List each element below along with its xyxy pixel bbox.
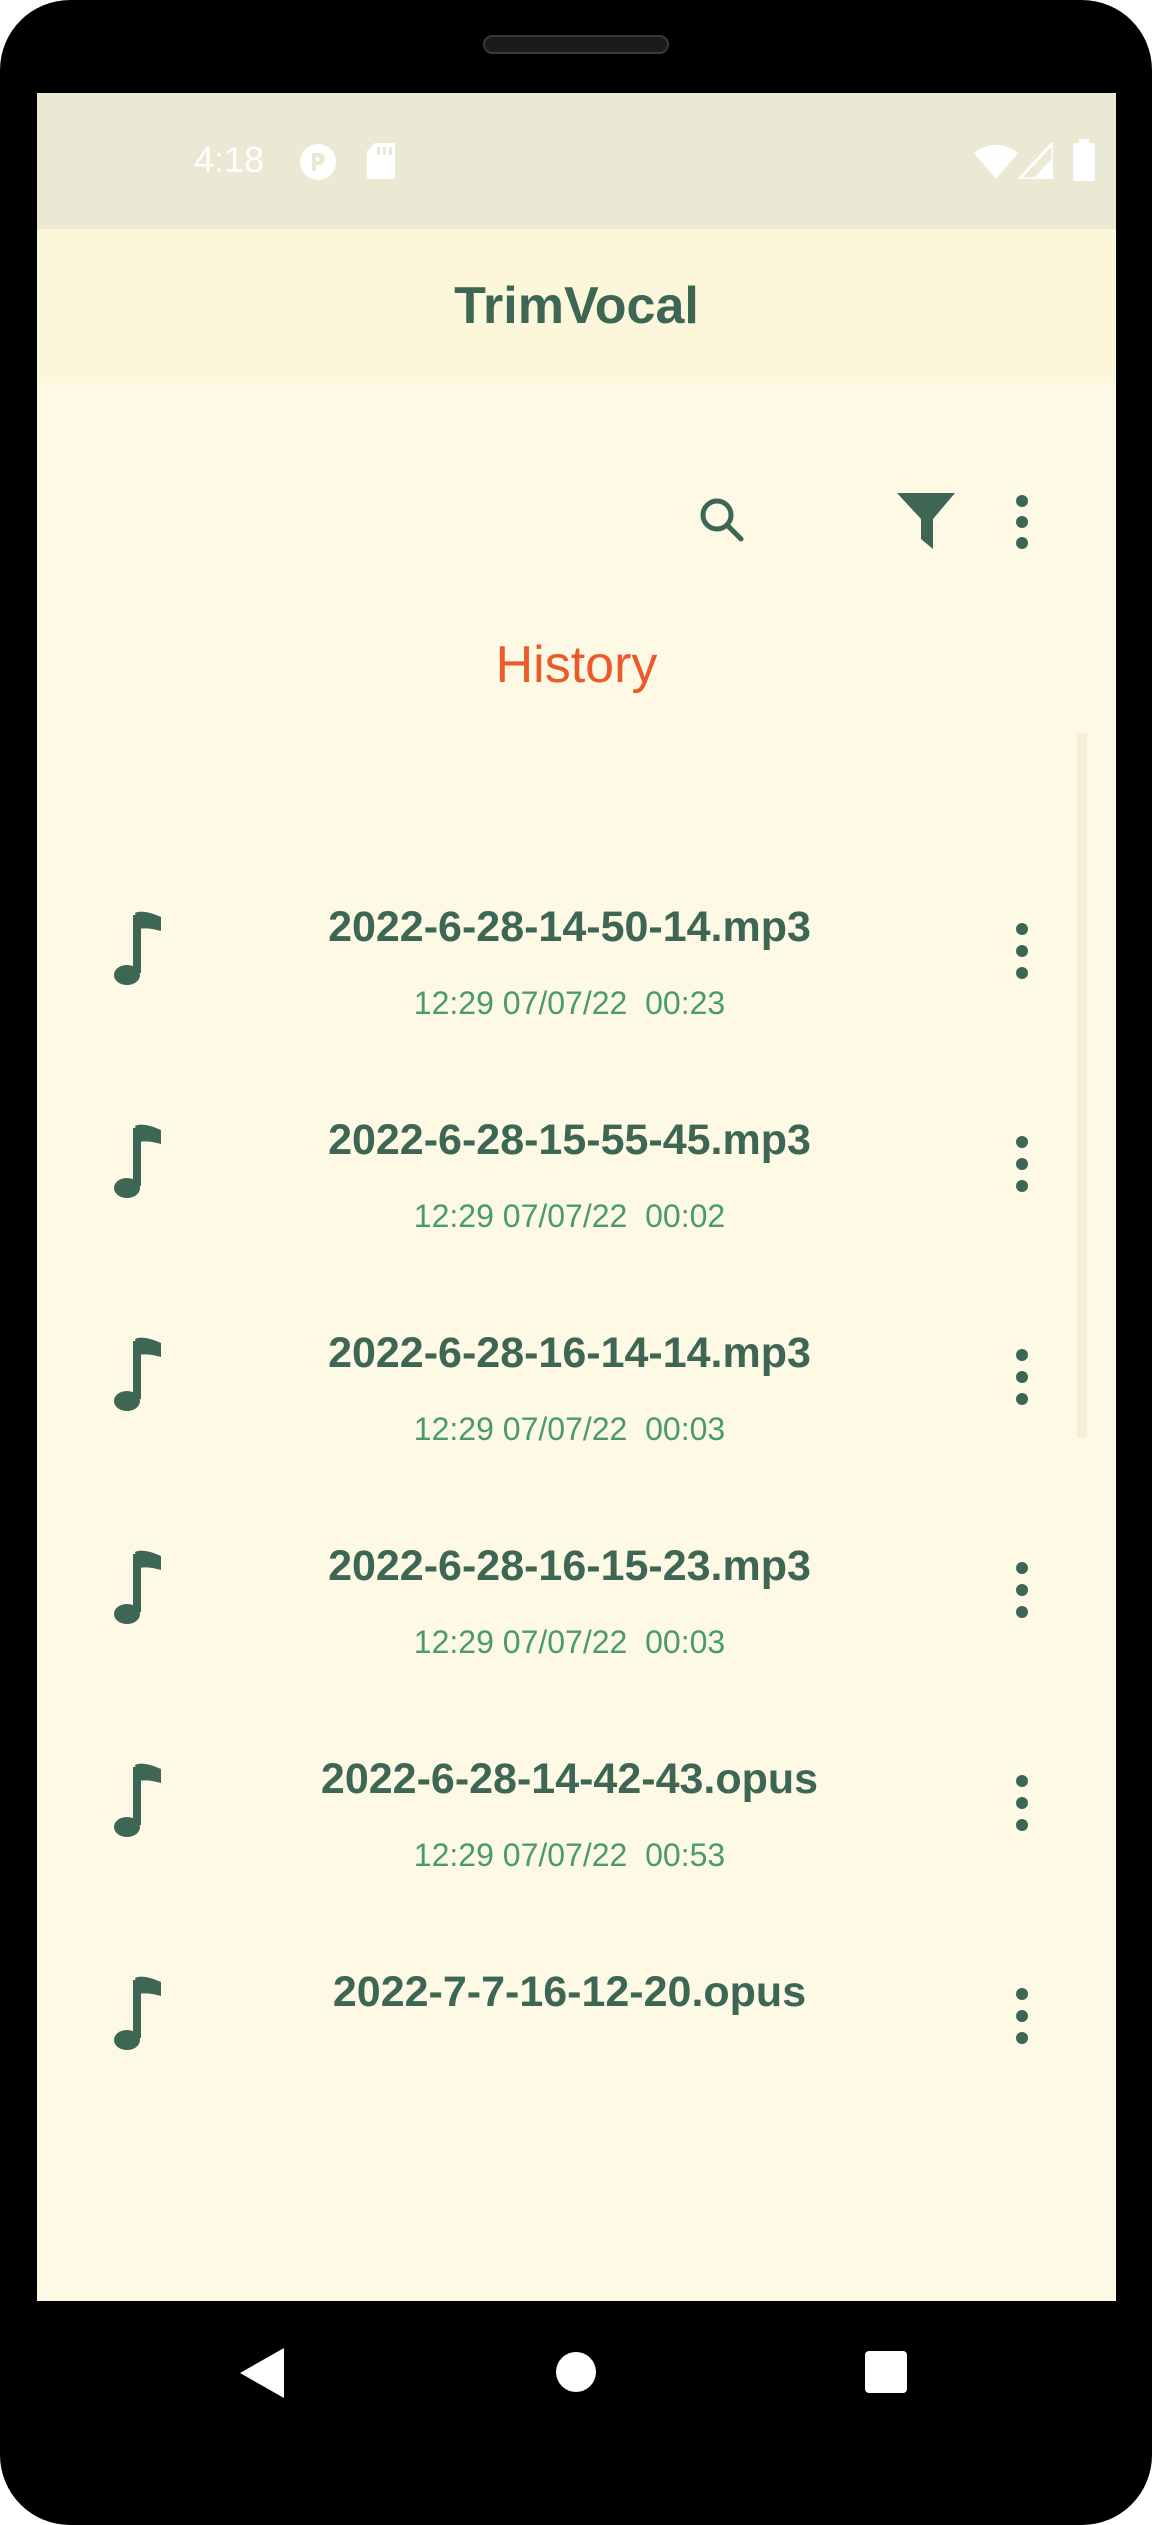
file-name: 2022-6-28-16-14-14.mp3 bbox=[328, 1329, 811, 1377]
history-title: History bbox=[495, 636, 658, 694]
cellular-signal-icon bbox=[1019, 143, 1053, 179]
item-more-icon[interactable] bbox=[1010, 1773, 1034, 1833]
file-name: 2022-6-28-16-15-23.mp3 bbox=[328, 1542, 811, 1590]
music-note-icon bbox=[114, 1550, 161, 1624]
music-note-icon bbox=[114, 1337, 161, 1411]
more-vert-icon[interactable] bbox=[1012, 493, 1032, 551]
app-title: TrimVocal bbox=[454, 277, 699, 335]
file-meta: 12:29 07/07/22 00:53 bbox=[413, 1837, 726, 1873]
list-item[interactable]: 2022-7-7-16-12-20.opus bbox=[37, 1938, 1116, 2151]
wifi-icon bbox=[974, 145, 1018, 179]
device-frame: 4:18 TrimVocal History 2022-6-28-14-50-1… bbox=[0, 0, 1152, 2525]
item-more-icon[interactable] bbox=[1010, 1986, 1034, 2046]
file-name: 2022-6-28-14-42-43.opus bbox=[320, 1755, 819, 1803]
item-more-icon[interactable] bbox=[1010, 921, 1034, 981]
list-item[interactable]: 2022-6-28-14-50-14.mp3 12:29 07/07/22 00… bbox=[37, 873, 1116, 1086]
music-note-icon bbox=[114, 1763, 161, 1837]
earpiece-speaker bbox=[483, 35, 669, 54]
item-more-icon[interactable] bbox=[1010, 1134, 1034, 1194]
battery-icon bbox=[1073, 139, 1095, 181]
file-meta: 12:29 07/07/22 00:03 bbox=[413, 1411, 726, 1447]
sd-card-icon bbox=[367, 143, 395, 179]
status-time: 4:18 bbox=[194, 139, 265, 180]
music-note-icon bbox=[114, 911, 161, 985]
screen: 4:18 TrimVocal History 2022-6-28-14-50-1… bbox=[37, 93, 1116, 2301]
home-icon[interactable] bbox=[555, 2351, 597, 2393]
item-more-icon[interactable] bbox=[1010, 1347, 1034, 1407]
filter-icon[interactable] bbox=[897, 493, 955, 549]
navigation-bar bbox=[0, 2301, 1152, 2471]
music-note-icon bbox=[114, 1124, 161, 1198]
file-meta: 12:29 07/07/22 00:03 bbox=[413, 1624, 726, 1660]
notification-app-icon bbox=[300, 144, 336, 180]
list-item[interactable]: 2022-6-28-16-15-23.mp3 12:29 07/07/22 00… bbox=[37, 1512, 1116, 1725]
list-item[interactable]: 2022-6-28-15-55-45.mp3 12:29 07/07/22 00… bbox=[37, 1086, 1116, 1299]
status-bar: 4:18 bbox=[37, 93, 1116, 229]
file-name: 2022-6-28-15-55-45.mp3 bbox=[328, 1116, 811, 1164]
back-icon[interactable] bbox=[240, 2348, 284, 2398]
list-item[interactable]: 2022-6-28-14-42-43.opus 12:29 07/07/22 0… bbox=[37, 1725, 1116, 1938]
list-item[interactable]: 2022-6-28-16-14-14.mp3 12:29 07/07/22 00… bbox=[37, 1299, 1116, 1512]
music-note-icon bbox=[114, 1976, 161, 2050]
item-more-icon[interactable] bbox=[1010, 1560, 1034, 1620]
file-meta: 12:29 07/07/22 00:23 bbox=[413, 985, 726, 1021]
file-name: 2022-7-7-16-12-20.opus bbox=[332, 1968, 807, 2016]
file-meta: 12:29 07/07/22 00:02 bbox=[413, 1198, 726, 1234]
search-icon[interactable] bbox=[697, 495, 747, 545]
recents-icon[interactable] bbox=[865, 2351, 907, 2393]
app-bar: TrimVocal bbox=[37, 229, 1116, 383]
file-name: 2022-6-28-14-50-14.mp3 bbox=[328, 903, 811, 951]
